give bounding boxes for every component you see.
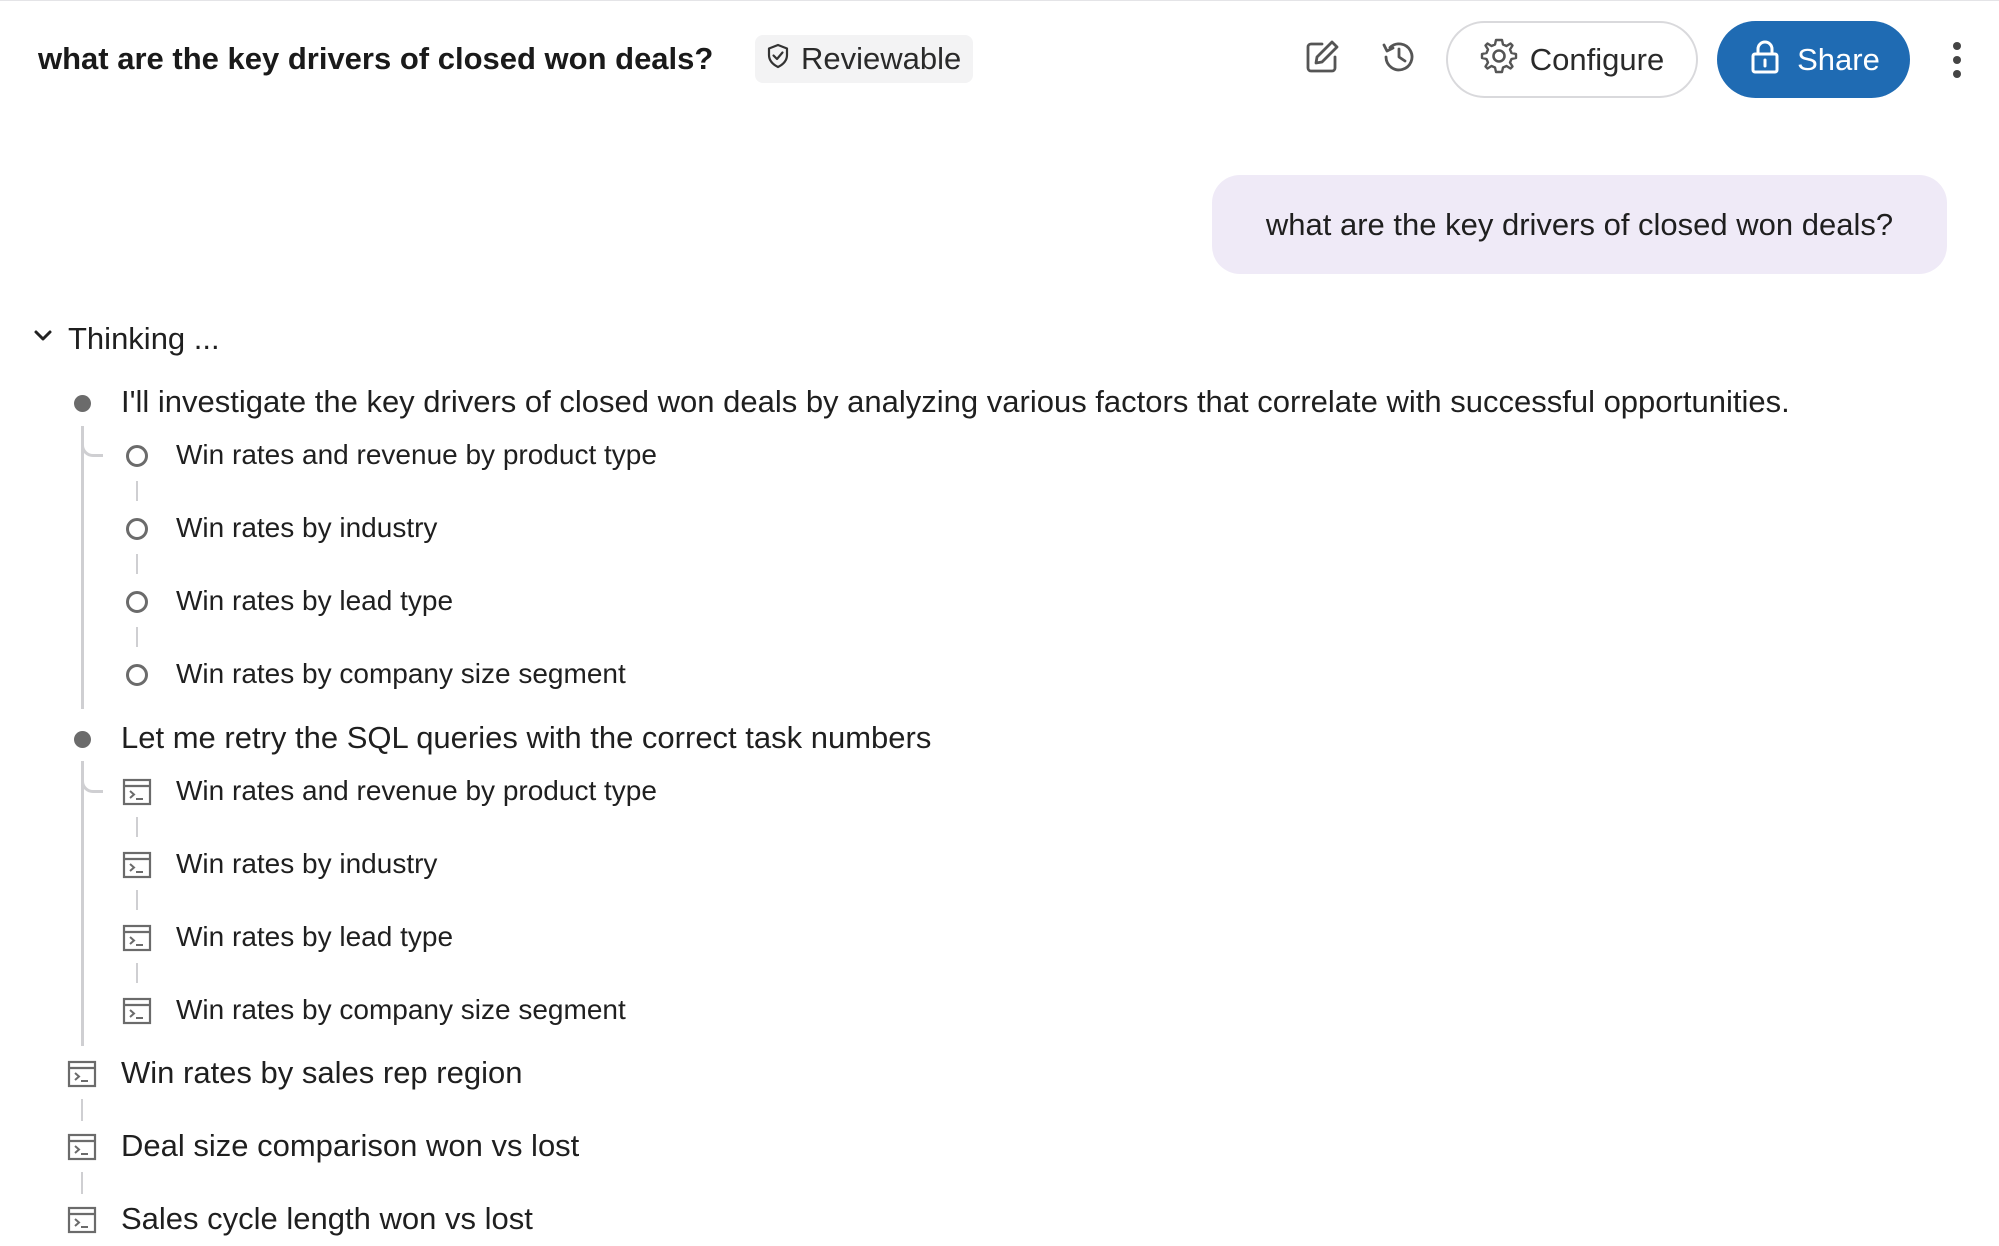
subtask-item[interactable]: Win rates by industry [176, 846, 437, 882]
subtask-item[interactable]: Win rates by lead type [176, 919, 453, 955]
thinking-toggle[interactable]: Thinking ... [30, 317, 220, 361]
step-text: Let me retry the SQL queries with the co… [121, 720, 932, 755]
more-options-button[interactable] [1940, 35, 1974, 85]
more-vertical-icon [1953, 42, 1961, 50]
terminal-icon [67, 1205, 97, 1235]
subtask-connector [136, 817, 138, 837]
subtask-item[interactable]: Win rates by lead type [176, 583, 453, 619]
configure-label: Configure [1529, 41, 1665, 77]
gear-icon [1480, 37, 1518, 83]
pending-circle-icon [126, 664, 148, 686]
subtask-item[interactable]: Win rates and revenue by product type [176, 437, 657, 473]
step-bullet [74, 395, 91, 412]
edit-button[interactable] [1297, 34, 1347, 84]
reviewable-badge[interactable]: Reviewable [755, 35, 974, 83]
history-icon [1379, 37, 1419, 82]
subtask-item[interactable]: Win rates by industry [176, 510, 437, 546]
terminal-icon [122, 996, 152, 1026]
pending-circle-icon [126, 518, 148, 540]
edit-icon [1302, 37, 1342, 82]
subtask-connector [136, 963, 138, 983]
configure-button[interactable]: Configure [1446, 21, 1698, 98]
query-connector [81, 1099, 83, 1121]
terminal-icon [122, 777, 152, 807]
step-timeline-line [81, 761, 84, 1046]
chat-page: what are the key drivers of closed won d… [0, 0, 1999, 1246]
subtask-connector [136, 627, 138, 647]
subtask-connector [136, 481, 138, 501]
subtask-item[interactable]: Win rates by company size segment [176, 992, 626, 1028]
badge-label: Reviewable [801, 41, 962, 76]
history-button[interactable] [1374, 34, 1424, 84]
subtask-item[interactable]: Win rates and revenue by product type [176, 773, 657, 809]
header-bar: what are the key drivers of closed won d… [0, 1, 1999, 119]
step-connector [81, 769, 103, 793]
lock-icon [1747, 38, 1783, 82]
pending-circle-icon [126, 445, 148, 467]
step-bullet [74, 731, 91, 748]
thinking-label: Thinking ... [68, 321, 220, 356]
terminal-icon [122, 850, 152, 880]
subtask-connector [136, 890, 138, 910]
step-connector [81, 433, 103, 457]
share-label: Share [1797, 41, 1880, 77]
share-button[interactable]: Share [1717, 21, 1910, 98]
terminal-icon [67, 1132, 97, 1162]
page-title: what are the key drivers of closed won d… [38, 41, 714, 76]
subtask-connector [136, 554, 138, 574]
query-item[interactable]: Deal size comparison won vs lost [121, 1126, 579, 1166]
user-message-bubble: what are the key drivers of closed won d… [1212, 175, 1947, 274]
shield-check-icon [765, 41, 791, 77]
step-timeline-line [81, 426, 84, 709]
subtask-item[interactable]: Win rates by company size segment [176, 656, 626, 692]
step-text: I'll investigate the key drivers of clos… [121, 384, 1790, 419]
query-connector [81, 1172, 83, 1194]
query-item[interactable]: Win rates by sales rep region [121, 1053, 522, 1093]
query-item[interactable]: Sales cycle length won vs lost [121, 1199, 533, 1239]
pending-circle-icon [126, 591, 148, 613]
terminal-icon [67, 1059, 97, 1089]
terminal-icon [122, 923, 152, 953]
chevron-down-icon [30, 321, 56, 357]
